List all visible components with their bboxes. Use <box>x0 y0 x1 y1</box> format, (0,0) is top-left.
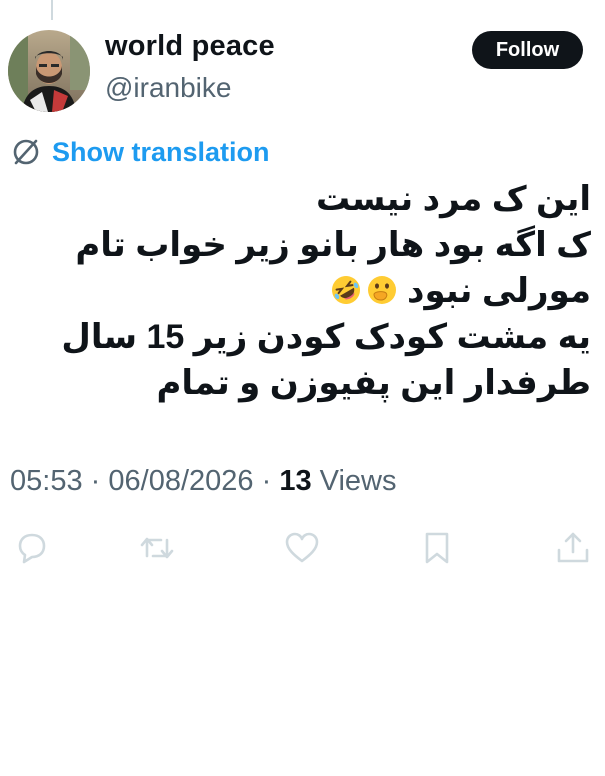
retweet-icon <box>140 537 174 559</box>
tweet-text: این ک مرد نیست ک اگه بود هار بانو زیر خو… <box>21 176 591 406</box>
tweet-action-bar <box>0 528 605 568</box>
heart-icon <box>285 532 319 563</box>
avatar[interactable] <box>8 30 90 112</box>
separator-dot: · <box>261 465 272 497</box>
retweet-button[interactable] <box>137 528 177 568</box>
bookmark-button[interactable] <box>417 528 457 568</box>
tweet-line-with-emoji: مورلی نبود <box>21 268 591 314</box>
reply-button[interactable] <box>12 528 52 568</box>
tweet-time[interactable]: 05:53 <box>10 465 83 497</box>
follow-button[interactable]: Follow <box>472 31 583 69</box>
share-icon <box>557 532 589 563</box>
rolling-on-floor-laughing-emoji-icon <box>331 276 360 304</box>
like-button[interactable] <box>282 528 322 568</box>
reply-icon <box>18 533 46 564</box>
face-with-hand-over-mouth-emoji-icon <box>367 276 396 304</box>
thread-connector-line <box>51 0 53 20</box>
tweet-line: ک اگه بود هار بانو زیر خواب تام <box>75 226 591 264</box>
share-button[interactable] <box>553 528 593 568</box>
author-display-name[interactable]: world peace <box>105 30 275 63</box>
tweet-line: مورلی نبود <box>407 272 591 310</box>
views-label: Views <box>319 465 397 497</box>
tweet-line: یه مشت کودک کودن زیر 15 سال <box>61 318 591 356</box>
bookmark-icon <box>425 532 449 564</box>
tweet-metadata: 05:53 · 06/08/2026 · 13 Views <box>10 465 397 498</box>
translate-icon <box>13 139 39 165</box>
show-translation-label: Show translation <box>52 136 270 167</box>
tweet-line: طرفدار این پفیوزن و تمام <box>156 364 591 402</box>
views-count: 13 <box>279 465 312 497</box>
show-translation-link[interactable]: Show translation <box>10 136 270 168</box>
tweet-line: این ک مرد نیست <box>315 180 591 218</box>
author-handle[interactable]: @iranbike <box>105 72 231 104</box>
tweet-date[interactable]: 06/08/2026 <box>108 465 253 497</box>
separator-dot: · <box>90 465 101 497</box>
